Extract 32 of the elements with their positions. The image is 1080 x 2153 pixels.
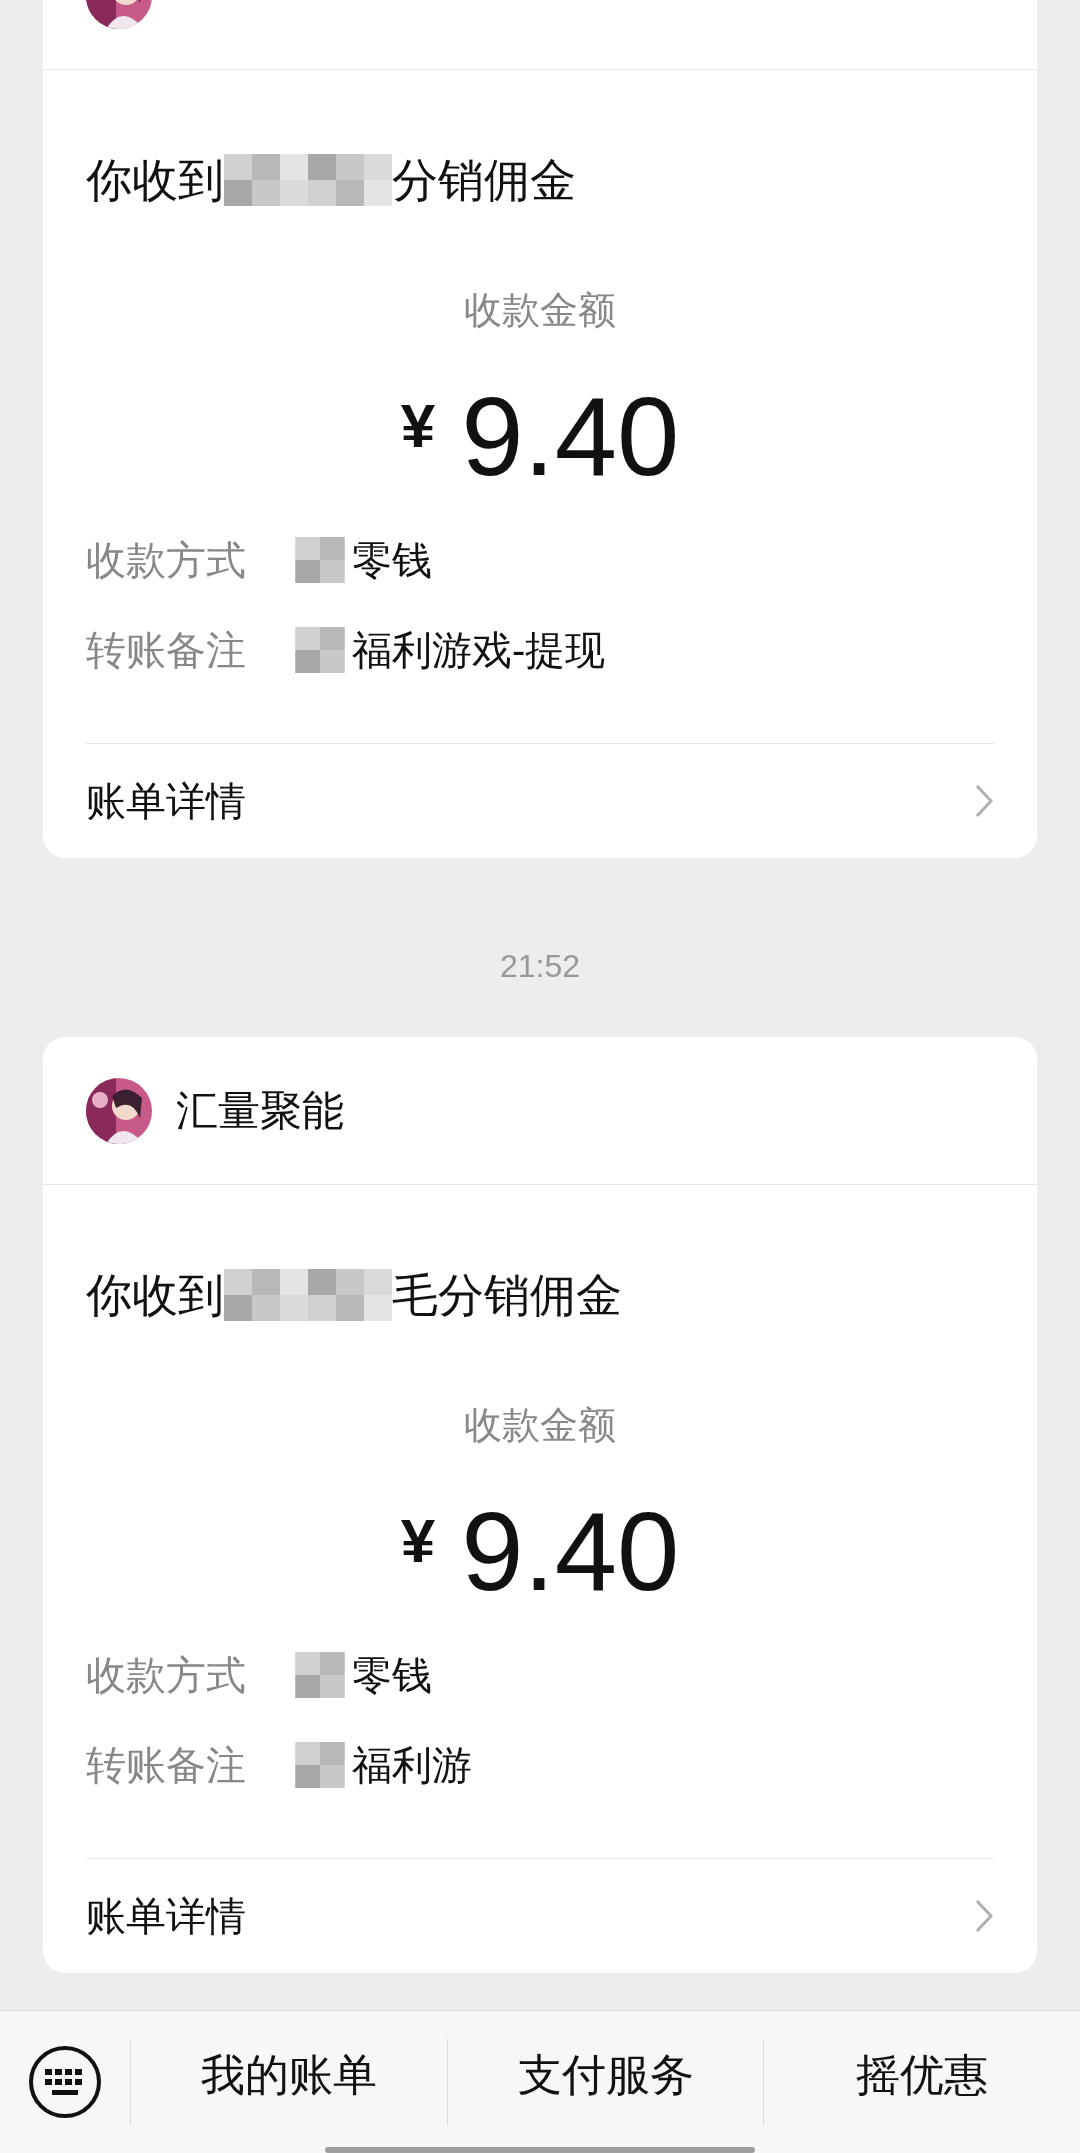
field-label: 转账备注 <box>86 627 247 673</box>
currency-symbol: ¥ <box>400 389 436 461</box>
amount-label: 收款金额 <box>463 288 617 332</box>
bill-details-link[interactable]: 账单详情 <box>86 743 994 858</box>
field-value: 零钱 <box>352 1652 432 1698</box>
amount-label: 收款金额 <box>463 1403 617 1447</box>
amount-value: 9.40 <box>461 1488 680 1616</box>
pixelated-redaction <box>292 1742 348 1788</box>
keyboard-icon[interactable] <box>28 2045 102 2119</box>
field-value: 福利游戏-提现 <box>352 627 606 673</box>
pixelated-redaction <box>292 1652 348 1698</box>
message-title: 你收到 <box>86 1268 224 1323</box>
pixelated-redaction <box>292 627 348 673</box>
menu-tab[interactable]: 我的账单 <box>131 2004 447 2146</box>
message-title: 分销佣金 <box>392 153 576 208</box>
message-title: 你收到 <box>86 153 224 208</box>
bill-details-link[interactable]: 账单详情 <box>86 1858 994 1973</box>
field-label: 收款方式 <box>86 537 247 583</box>
sender-name: 汇量聚能 <box>176 1085 344 1136</box>
pixelated-redaction <box>292 537 348 583</box>
menu-tab[interactable]: 支付服务 <box>447 2004 764 2146</box>
currency-symbol: ¥ <box>400 1504 436 1576</box>
field-value: 零钱 <box>352 537 432 583</box>
chevron-right-icon <box>974 783 994 819</box>
chevron-right-icon <box>974 1898 994 1934</box>
amount-value: 9.40 <box>461 373 680 501</box>
field-label: 转账备注 <box>86 1742 247 1788</box>
field-label: 收款方式 <box>86 1652 247 1698</box>
message-time: 21:52 <box>499 947 581 986</box>
field-value: 福利游 <box>352 1742 472 1788</box>
message-title: 毛分销佣金 <box>392 1268 622 1323</box>
menu-tab[interactable]: 摇优惠 <box>764 2004 1080 2146</box>
